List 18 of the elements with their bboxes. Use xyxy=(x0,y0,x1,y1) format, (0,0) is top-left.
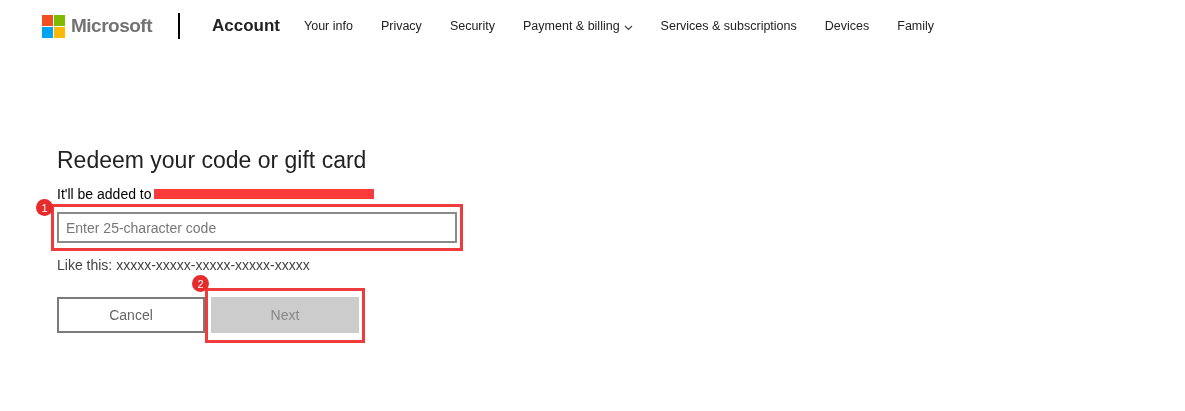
cancel-button[interactable]: Cancel xyxy=(57,297,205,333)
annotation-badge: 2 xyxy=(192,275,209,292)
brand-name: Microsoft xyxy=(71,15,152,37)
nav-link[interactable]: Your info xyxy=(304,19,353,33)
page-title: Redeem your code or gift card xyxy=(57,147,368,174)
nav-link[interactable]: Privacy xyxy=(380,19,422,33)
nav-link[interactable]: Services & subscriptions xyxy=(660,19,797,33)
nav-link[interactable]: Family xyxy=(897,19,935,33)
code-input-field[interactable]: Enter 25-character code xyxy=(57,212,457,243)
nav-link[interactable]: Security xyxy=(449,19,496,33)
chevron-icon xyxy=(623,25,633,31)
nav-link[interactable]: Devices xyxy=(824,19,870,33)
section-title[interactable]: Account xyxy=(212,16,280,36)
account-note: It'll be added to xyxy=(57,186,152,202)
nav-link[interactable]: Payment & billing xyxy=(523,19,633,33)
format-hint: Like this: xxxxx-xxxxx-xxxxx-xxxxx-xxxxx xyxy=(57,257,311,273)
logo-icon xyxy=(42,14,65,38)
annotation-badge: 1 xyxy=(36,199,53,216)
